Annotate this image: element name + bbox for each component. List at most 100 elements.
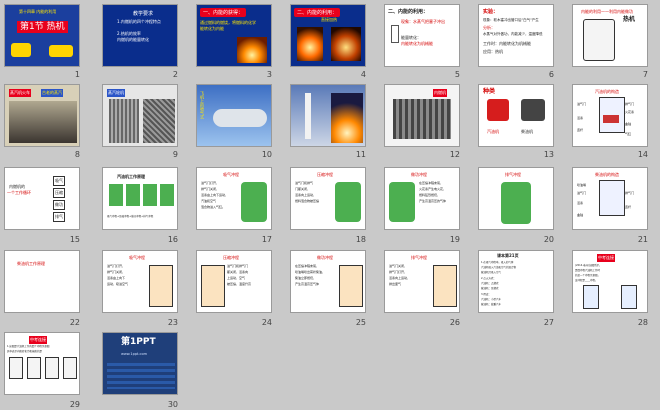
slide-number: 5	[454, 70, 460, 79]
slide-heading: 二、内能的利用：	[294, 8, 341, 17]
slide-text: 吸气	[53, 176, 65, 186]
slide-text: 汽油机	[487, 129, 499, 134]
slide-thumbnail[interactable]: 二、内能的利用： 现象：水蒸气把塞子冲出 能量转化： 内能转化为机械能	[384, 4, 460, 67]
slide-text: 压缩	[53, 188, 65, 198]
slide-text: 排气	[53, 212, 65, 222]
slide-heading: 中考连接	[29, 336, 47, 344]
slide-text: 气缸	[625, 132, 632, 136]
engine-diagram	[45, 357, 59, 379]
slide-thumbnail[interactable]: 一、内能的获得： 通过燃料的燃烧，将燃料的化学 能转化为内能	[196, 4, 272, 67]
slide-heading: 汽油机工作原理	[117, 174, 145, 179]
slide-text: 一个工作循环	[7, 190, 31, 195]
slide-heading: 柴油机的构造	[595, 172, 619, 177]
slide-thumbnail[interactable]: 种类 汽油机 柴油机	[478, 84, 554, 147]
engine-diagram	[335, 182, 361, 222]
slide-number: 12	[449, 150, 460, 159]
slide-thumbnail[interactable]: 做功冲程 在压缩冲程末尾， 喷油嘴喷出雾状柴油， 柴油立即燃烧， 产生高温高压气…	[290, 250, 366, 313]
engine-diagram	[241, 182, 267, 222]
slide-text: 活塞	[577, 116, 584, 120]
slide-thumbnail[interactable]: 教学要求 1.内燃机的四个冲程特点 2.热机的效率 内燃机的能量转化	[102, 4, 178, 67]
slide-text: 产生高温高压气体	[295, 282, 320, 286]
slide-heading: 实验：	[483, 9, 499, 15]
slide-thumbnail[interactable]: 实验： 现象：软木塞冲出管口后"白气"产生 分析： 水蒸气对外做功，内能减少，温…	[478, 4, 554, 67]
slide-heading: 汽油机的构造	[595, 89, 619, 94]
slide-thumbnail[interactable]: 压缩冲程 进气门和排气门 都关闭，活塞向 上运动，空气 被压缩，温度升高	[196, 250, 272, 313]
slide-thumbnail[interactable]: 内燃机的 一个工作循环 吸气 压缩 做功 排气	[4, 167, 80, 230]
slide-thumbnail[interactable]: 做功冲程 在压缩冲程末尾， 火花塞产生电火花， 燃料猛烈燃烧， 产生高温高压的气…	[384, 167, 460, 230]
slide-thumbnail[interactable]: 吸气冲程 进气门打开， 排气门关闭， 活塞由上向下运动， 汽油和空气 混合物进入…	[196, 167, 272, 230]
slide-text: 工作时：内能转化为机械能	[483, 41, 531, 46]
engine-diagram	[501, 182, 531, 224]
slide-thumbnail[interactable]: 蒸汽机火车 古老的蒸汽	[4, 84, 80, 147]
engine-diagram	[9, 357, 23, 379]
slide-heading: 做功冲程	[317, 255, 333, 260]
slide-heading: 课本第21页	[497, 253, 519, 258]
engine-diagram	[599, 180, 625, 216]
turbine-image	[143, 99, 175, 143]
engine-diagram	[27, 357, 41, 379]
rocket-image	[305, 93, 311, 139]
engine-diagram	[621, 285, 637, 309]
slide-text: 应用：热机	[483, 49, 503, 54]
slide-thumbnail[interactable]: 中考连接 1.如图是汽油机工作的四个冲程示意图 其中表示内能转化为机械能的是	[4, 332, 80, 395]
slide-text: 直接加热	[321, 17, 337, 22]
slide-thumbnail[interactable]: 第1PPT www.1ppt.com	[102, 332, 178, 395]
slide-thumbnail[interactable]: 中考连接 (2014·泰州)如图所示， 是四冲程汽油机工作时 的某一个冲程示意图…	[572, 250, 648, 313]
slide-number: 18	[355, 235, 366, 244]
vehicle-image	[11, 43, 31, 57]
slide-thumbnail[interactable]: 排气冲程 进气门关闭， 排气门打开， 活塞向上运动， 排出废气	[384, 250, 460, 313]
engine-diagram	[63, 357, 77, 379]
slide-thumbnail[interactable]: 课本第21页 1.在吸气冲程中，吸入的气体 汽油机吸入汽油和空气的混合物 柴油机…	[478, 250, 554, 313]
slide-text: 连杆	[625, 205, 632, 209]
slide-title: 第1节 热机	[17, 21, 68, 33]
slide-thumbnail[interactable]: 内能的利用——利用内能做功 热机	[572, 4, 648, 67]
rocket-launch-image	[331, 93, 363, 143]
slide-number: 21	[637, 235, 648, 244]
fire-image	[237, 37, 267, 63]
slide-text: 蒸汽机火车	[9, 89, 31, 97]
slide-thumbnail[interactable]: 二、内能的利用： 直接加热	[290, 4, 366, 67]
slide-text: 运动，吸进空气	[107, 282, 129, 286]
slide-thumbnail[interactable]: 汽油机的构造 进气门 排气门 火花塞 活塞 曲轴 连杆 气缸	[572, 84, 648, 147]
slide-text: 第十四章 内能的利用	[19, 9, 57, 14]
slide-number: 26	[449, 318, 460, 327]
slide-thumbnail[interactable]: 第十四章 内能的利用 第1节 热机	[4, 4, 80, 67]
experiment-image	[583, 19, 615, 61]
slide-number: 2	[172, 70, 178, 79]
piston-image	[603, 115, 619, 123]
slide-thumbnail[interactable]: 飞机上的喷气式	[196, 84, 272, 147]
test-tube-image	[391, 25, 399, 43]
slide-text: 该冲程是____冲程。	[575, 279, 598, 282]
slide-number: 20	[543, 235, 554, 244]
slide-thumbnail[interactable]: 蒸汽轮机	[102, 84, 178, 147]
slide-thumbnail[interactable]: 柴油机的构造 喷油嘴 进气门 排气门 活塞 连杆 曲轴	[572, 167, 648, 230]
link-list	[107, 363, 175, 389]
slide-thumbnail[interactable]: 吸气冲程 进气门打开， 排气门关闭， 活塞由上向下 运动，吸进空气	[102, 250, 178, 313]
slide-number: 14	[637, 150, 648, 159]
slide-number: 29	[69, 400, 80, 409]
slide-text: 现象：水蒸气把塞子冲出	[401, 19, 445, 24]
slide-thumbnail[interactable]	[290, 84, 366, 147]
slide-number: 7	[642, 70, 648, 79]
slide-text: 产生高温高压的气体	[419, 199, 447, 203]
fire-image	[331, 27, 361, 61]
slide-text: 能转化为内能	[200, 26, 224, 31]
slide-text: 进气门	[577, 191, 587, 195]
slide-heading: 柴油机工作原理	[17, 261, 45, 266]
slide-thumbnail[interactable]: 排气冲程	[478, 167, 554, 230]
slide-text: www.1ppt.com	[121, 352, 148, 356]
gasoline-engine-image	[487, 99, 509, 121]
slide-thumbnail[interactable]: 内燃机	[384, 84, 460, 147]
slide-text: 吸气冲程→压缩冲程→做功冲程→排气冲程	[107, 215, 154, 218]
slide-text: 燃料混合物被压缩	[295, 199, 320, 203]
slide-heading: 二、内能的利用：	[388, 9, 429, 15]
slide-heading: 吸气冲程	[129, 255, 145, 260]
slide-thumbnail[interactable]: 柴油机工作原理	[4, 250, 80, 313]
slide-thumbnail[interactable]: 汽油机工作原理 吸气冲程→压缩冲程→做功冲程→排气冲程	[102, 167, 178, 230]
slide-thumbnail[interactable]: 压缩冲程 进气门和排气 门都关闭， 活塞向上运动， 燃料混合物被压缩	[290, 167, 366, 230]
slide-text: 内燃机	[433, 89, 447, 97]
engine-diagram	[339, 265, 363, 307]
slide-number: 28	[637, 318, 648, 327]
slide-number: 10	[261, 150, 272, 159]
slide-text: 混合物进入气缸。	[201, 205, 226, 209]
